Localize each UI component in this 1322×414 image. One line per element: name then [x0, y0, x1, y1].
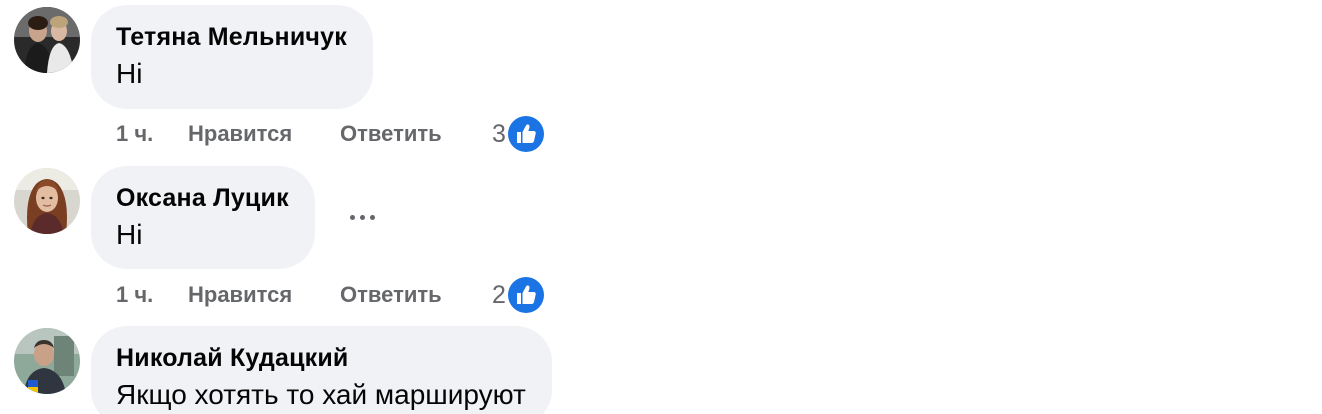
avatar-photo [14, 328, 80, 394]
comment-timestamp[interactable]: 1 ч. [116, 282, 188, 308]
comment-timestamp[interactable]: 1 ч. [116, 121, 188, 147]
comment-text: Ні [116, 219, 143, 250]
avatar-photo [14, 7, 80, 73]
like-icon [507, 277, 544, 313]
reaction-summary[interactable]: 2 [492, 277, 544, 313]
avatar[interactable] [14, 7, 80, 73]
like-button[interactable]: Нравится [188, 282, 340, 308]
like-button[interactable]: Нравится [188, 121, 340, 147]
more-options-icon[interactable] [344, 199, 380, 235]
comment-bubble: Тетяна Мельничук Ні [91, 5, 373, 109]
comment-thread: Тетяна Мельничук Ні 1 ч. Нравится Ответи… [0, 0, 1322, 414]
comment-bubble: Николай Кудацкий Якщо хотять то хай марш… [91, 326, 552, 414]
reaction-summary[interactable]: 3 [492, 116, 544, 152]
avatar-photo [14, 168, 80, 234]
comment-author[interactable]: Тетяна Мельничук [116, 21, 347, 53]
comment-author[interactable]: Оксана Луцик [116, 182, 289, 214]
reply-button[interactable]: Ответить [340, 282, 492, 308]
reaction-count: 2 [492, 280, 506, 309]
avatar[interactable] [14, 328, 80, 394]
comment-bubble: Оксана Луцик Ні [91, 166, 315, 269]
like-icon [507, 116, 544, 152]
reaction-count: 3 [492, 119, 506, 148]
comment-text: Якщо хотять то хай маршируют [116, 379, 526, 410]
comment-actions: 1 ч. Нравится Ответить 2 [116, 275, 544, 315]
avatar[interactable] [14, 168, 80, 234]
reply-button[interactable]: Ответить [340, 121, 492, 147]
comment-author[interactable]: Николай Кудацкий [116, 342, 526, 374]
comment-text: Ні [116, 58, 143, 89]
comment-actions: 1 ч. Нравится Ответить 3 [116, 114, 544, 154]
